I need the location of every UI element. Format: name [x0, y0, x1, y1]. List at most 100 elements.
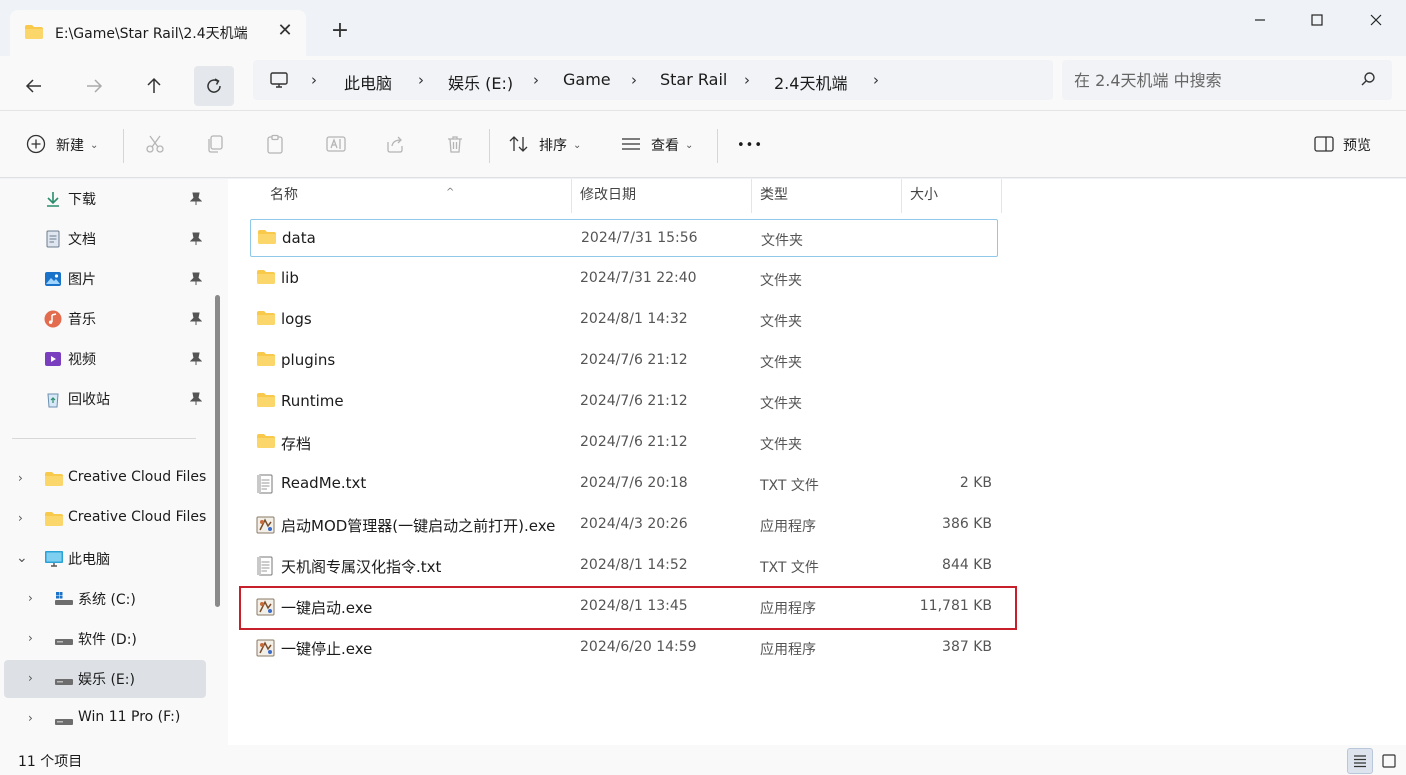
sidebar-item-label: Creative Cloud Files: [68, 509, 206, 525]
copy-icon[interactable]: [205, 134, 225, 158]
sidebar-item-downloads[interactable]: 下载: [4, 180, 206, 218]
up-button[interactable]: [134, 66, 174, 106]
sidebar-item-drive-d[interactable]: › 软件 (D:): [4, 620, 206, 658]
file-row[interactable]: data 2024/7/31 15:56 文件夹: [250, 219, 998, 257]
pin-icon[interactable]: [189, 352, 203, 370]
delete-icon[interactable]: [445, 134, 465, 158]
new-icon: [26, 134, 46, 158]
file-name: logs: [281, 310, 312, 328]
tab-close-icon[interactable]: ✕: [274, 21, 296, 43]
chevron-right-icon[interactable]: ›: [28, 711, 33, 725]
chevron-down-icon: ⌄: [90, 139, 99, 151]
file-name: data: [282, 229, 316, 247]
sidebar-item-recycle-bin[interactable]: 回收站: [4, 380, 206, 418]
chevron-right-icon[interactable]: ›: [28, 631, 33, 645]
chevron-right-icon[interactable]: ›: [744, 71, 750, 89]
sidebar-item-pictures[interactable]: 图片: [4, 260, 206, 298]
column-header-type[interactable]: 类型: [752, 179, 902, 213]
breadcrumb-star-rail[interactable]: Star Rail: [660, 70, 727, 89]
maximize-button[interactable]: [1287, 0, 1347, 40]
refresh-button[interactable]: [194, 66, 234, 106]
column-header-date[interactable]: 修改日期: [572, 179, 752, 213]
file-date: 2024/7/31 22:40: [580, 270, 697, 286]
column-header-size[interactable]: 大小: [902, 179, 1002, 213]
breadcrumb-game[interactable]: Game: [563, 70, 611, 89]
chevron-right-icon[interactable]: ›: [631, 71, 637, 89]
recycle-bin-icon: [44, 390, 62, 412]
breadcrumb-drive-e[interactable]: 娱乐 (E:): [448, 70, 513, 94]
tab-current-folder[interactable]: E:\Game\Star Rail\2.4天机端 ✕: [10, 10, 306, 56]
sidebar-item-drive-f[interactable]: › Win 11 Pro (F:): [4, 700, 206, 738]
pin-icon[interactable]: [189, 392, 203, 410]
sidebar-item-videos[interactable]: 视频: [4, 340, 206, 378]
file-row[interactable]: logs 2024/8/1 14:32 文件夹: [250, 301, 998, 339]
music-icon: [44, 310, 62, 332]
new-button[interactable]: 新建 ⌄: [56, 133, 98, 157]
sidebar-scrollbar[interactable]: [215, 295, 220, 607]
file-row[interactable]: plugins 2024/7/6 21:12 文件夹: [250, 342, 998, 380]
view-label: 查看: [651, 138, 679, 154]
file-date: 2024/7/6 21:12: [580, 434, 688, 450]
sidebar-item-label: 音乐: [68, 312, 96, 328]
chevron-right-icon[interactable]: ›: [533, 71, 539, 89]
close-window-button[interactable]: [1346, 0, 1406, 40]
chevron-right-icon[interactable]: ›: [28, 591, 33, 605]
chevron-right-icon[interactable]: ›: [873, 71, 879, 89]
search-input[interactable]: [1074, 68, 1344, 92]
sidebar-item-label: Win 11 Pro (F:): [78, 709, 181, 725]
back-button[interactable]: [14, 66, 54, 106]
rename-icon[interactable]: [325, 134, 347, 158]
file-type: 文件夹: [761, 233, 803, 249]
breadcrumb-this-pc[interactable]: 此电脑: [344, 70, 392, 94]
pin-icon[interactable]: [189, 232, 203, 250]
column-header-name[interactable]: 名称 ^: [262, 179, 572, 213]
file-row[interactable]: ReadMe.txt 2024/7/6 20:18 TXT 文件 2 KB: [250, 465, 998, 503]
chevron-right-icon[interactable]: ›: [28, 671, 33, 685]
more-options-button[interactable]: •••: [737, 133, 763, 157]
file-name: 一键停止.exe: [281, 640, 373, 658]
pin-icon[interactable]: [189, 192, 203, 210]
pin-icon[interactable]: [189, 312, 203, 330]
sidebar-item-label: 娱乐 (E:): [78, 672, 135, 688]
folder-icon: [256, 433, 276, 453]
sort-button[interactable]: 排序 ⌄: [539, 133, 581, 157]
tiles-view-button[interactable]: [1376, 748, 1402, 774]
chevron-right-icon[interactable]: ›: [418, 71, 424, 89]
file-row[interactable]: 存档 2024/7/6 21:12 文件夹: [250, 424, 998, 462]
drive-icon: [54, 714, 74, 730]
file-row[interactable]: 一键停止.exe 2024/6/20 14:59 应用程序 387 KB: [250, 629, 998, 667]
address-row: › 此电脑 › 娱乐 (E:) › Game › Star Rail › 2.4…: [0, 56, 1406, 110]
sidebar-item-music[interactable]: 音乐: [4, 300, 206, 338]
chevron-down-icon[interactable]: ⌄: [16, 550, 28, 566]
minimize-button[interactable]: [1230, 0, 1290, 40]
breadcrumb-current-folder[interactable]: 2.4天机端: [774, 70, 847, 94]
chevron-right-icon[interactable]: ›: [18, 471, 23, 485]
file-row[interactable]: 启动MOD管理器(一键启动之前打开).exe 2024/4/3 20:26 应用程序…: [250, 506, 998, 544]
pin-icon[interactable]: [189, 272, 203, 290]
share-icon[interactable]: [385, 134, 405, 158]
details-view-button[interactable]: [1347, 748, 1373, 774]
view-button[interactable]: 查看 ⌄: [651, 133, 693, 157]
chevron-right-icon[interactable]: ›: [18, 511, 23, 525]
file-row[interactable]: 天机阁专属汉化指令.txt 2024/8/1 14:52 TXT 文件 844 KB: [250, 547, 998, 585]
preview-button[interactable]: 预览: [1343, 133, 1371, 157]
new-tab-button[interactable]: +: [326, 19, 354, 47]
paste-icon[interactable]: [265, 134, 285, 158]
folder-icon: [256, 351, 276, 371]
chevron-right-icon[interactable]: ›: [311, 71, 317, 89]
sidebar-item-creative-cloud-2[interactable]: › Creative Cloud Files: [4, 500, 206, 538]
file-name: lib: [281, 269, 299, 287]
search-icon[interactable]: [1360, 71, 1376, 91]
cut-icon[interactable]: [145, 134, 165, 158]
sidebar-item-drive-c[interactable]: › 系统 (C:): [4, 580, 206, 618]
forward-button[interactable]: [74, 66, 114, 106]
sidebar-item-this-pc[interactable]: ⌄ 此电脑: [4, 540, 206, 578]
sidebar-item-documents[interactable]: 文档: [4, 220, 206, 258]
address-bar[interactable]: › 此电脑 › 娱乐 (E:) › Game › Star Rail › 2.4…: [253, 60, 1053, 100]
file-row[interactable]: lib 2024/7/31 22:40 文件夹: [250, 260, 998, 298]
sidebar-item-label: 视频: [68, 352, 96, 368]
file-row[interactable]: Runtime 2024/7/6 21:12 文件夹: [250, 383, 998, 421]
search-box[interactable]: [1062, 60, 1392, 100]
sidebar-item-creative-cloud-1[interactable]: › Creative Cloud Files: [4, 460, 206, 498]
sidebar-item-drive-e[interactable]: › 娱乐 (E:): [4, 660, 206, 698]
